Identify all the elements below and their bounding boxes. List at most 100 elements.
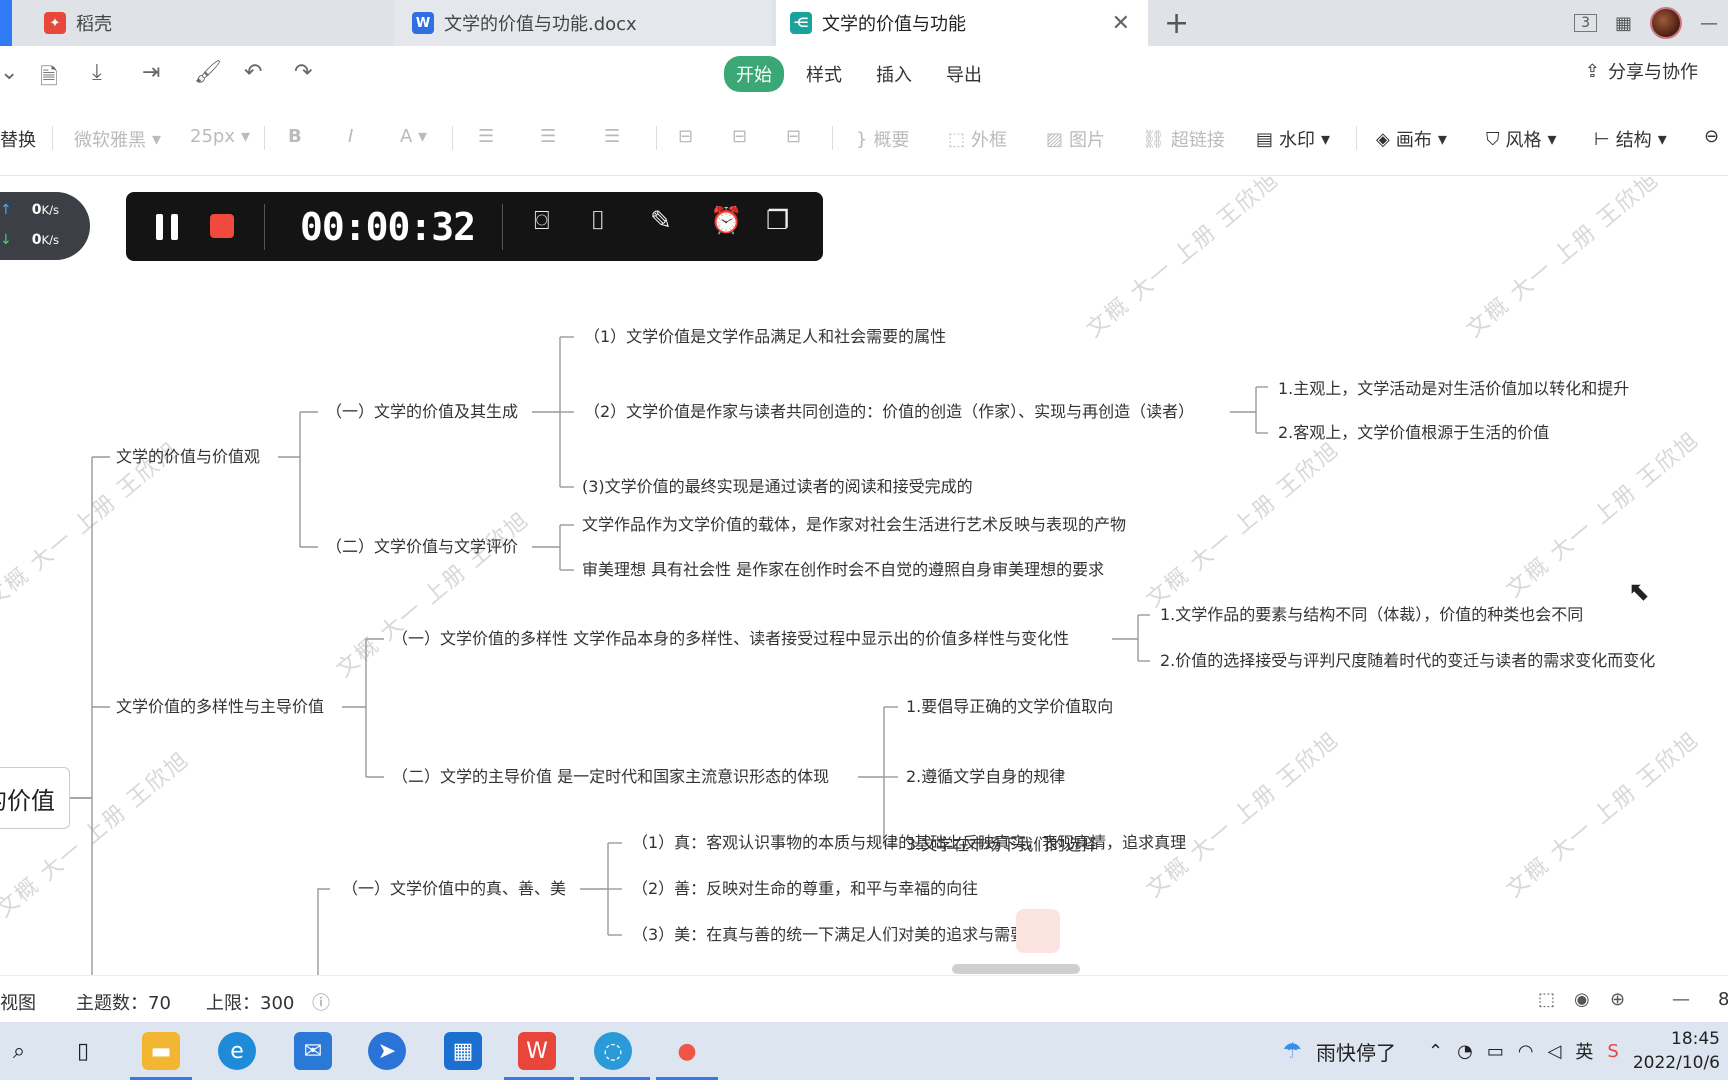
wps-tray-icon[interactable]: S [1607, 1041, 1618, 1062]
topic-item[interactable]: （2）文学价值是作家与读者共同创造的：价值的创造（作家）、实现与再创造（读者） [584, 402, 1194, 422]
record-dot-icon[interactable]: ● [668, 1032, 706, 1070]
topic-item[interactable]: 1.文学作品的要素与结构不同（体裁），价值的种类也会不同 [1160, 605, 1583, 625]
tab-mindmap[interactable]: ⋲ 文学的价值与功能 ✕ [776, 0, 1148, 46]
undo-icon[interactable]: ↶ [244, 60, 262, 85]
volume-icon[interactable]: ◁ [1548, 1041, 1562, 1062]
structure-button[interactable]: ⊢ 结构 ▾ [1594, 126, 1667, 152]
weather-text[interactable]: 雨快停了 [1316, 1037, 1396, 1066]
topic-item[interactable]: 2.客观上，文学价值根源于生活的价值 [1278, 423, 1549, 443]
ime-indicator[interactable]: 英 [1575, 1038, 1593, 1064]
grid-apps-icon[interactable]: ▦ [1615, 13, 1632, 34]
floating-assistant-icon[interactable] [1016, 909, 1060, 953]
tab-insert[interactable]: 插入 [864, 56, 924, 92]
horizontal-scrollbar[interactable] [952, 964, 1080, 974]
topic-item[interactable]: 文学作品作为文学价值的载体，是作家对社会生活进行艺术反映与表现的产物 [582, 515, 1126, 535]
topic-b1-c2[interactable]: （二）文学价值与文学评价 [326, 537, 518, 557]
edge-icon[interactable]: e [218, 1032, 256, 1070]
alarm-clock-icon[interactable]: ⏰ [710, 206, 742, 236]
topic-item[interactable]: （2）善：反映对生命的尊重，和平与幸福的向往 [632, 879, 978, 899]
qq-icon[interactable]: ◔ [1457, 1041, 1473, 1062]
topic-b2[interactable]: 文学价值的多样性与主导价值 [116, 697, 324, 717]
topic-item[interactable]: （1）文学价值是文学作品满足人和社会需要的属性 [584, 327, 946, 347]
font-color-button[interactable]: A ▾ [400, 126, 427, 147]
canvas-button[interactable]: ◈ 画布 ▾ [1376, 126, 1447, 152]
window-switch-icon[interactable]: ❐ [766, 206, 789, 236]
save-icon[interactable]: 🗎 [40, 60, 58, 98]
style-button[interactable]: ⛉ 风格 ▾ [1486, 126, 1557, 152]
topic-item[interactable]: (3)文学价值的最终实现是通过读者的阅读和接受完成的 [582, 477, 973, 497]
font-select[interactable]: 微软雅黑 ▾ [74, 126, 161, 152]
chevron-up-icon[interactable]: ⌃ [1428, 1041, 1443, 1062]
tab-docx[interactable]: W 文学的价值与功能.docx [394, 0, 772, 46]
search-icon[interactable]: ⌕ [0, 1032, 38, 1070]
hyperlink-button[interactable]: ⛓ 超链接 [1142, 126, 1225, 152]
zoom-out-icon[interactable]: — [1672, 989, 1690, 1010]
new-tab-button[interactable]: + [1164, 6, 1189, 41]
replace-button[interactable]: 替换 [0, 126, 36, 152]
image-button[interactable]: ▨ 图片 [1046, 126, 1105, 152]
select-icon[interactable]: ⬚ [1538, 989, 1555, 1010]
task-view-icon[interactable]: ▯ [64, 1032, 102, 1070]
font-size-select[interactable]: 25px ▾ [190, 126, 250, 147]
avatar[interactable] [1650, 7, 1682, 39]
format-painter-icon[interactable]: 🖌 [194, 60, 222, 85]
topic-item[interactable]: 1.要倡导正确的文学价值取向 [906, 697, 1113, 717]
share-collab-button[interactable]: ⇪ 分享与协作 [1585, 58, 1698, 84]
root-topic[interactable]: 的价值 [0, 767, 70, 829]
export-icon[interactable]: ⇥ [142, 60, 160, 85]
topic-item[interactable]: （1）真：客观认识事物的本质与规律的基础上反映真实，表现真情，追求真理 [632, 833, 1186, 853]
align-left-icon[interactable]: ☰ [478, 126, 494, 147]
topic-item[interactable]: 2.价值的选择接受与评判尺度随着时代的变迁与读者的需求变化而变化 [1160, 651, 1655, 671]
align-center-icon[interactable]: ☰ [540, 126, 556, 147]
camera-icon[interactable]: ⌷ [590, 206, 606, 237]
network-speed-widget[interactable]: ↑ 0K/s ↓ 0K/s [0, 192, 90, 260]
battery-icon[interactable]: ▭ [1487, 1041, 1504, 1062]
wps-icon[interactable]: W [518, 1032, 556, 1070]
mindmap-canvas[interactable]: 文概 大一 上册 王欣旭 文概 大一 上册 王欣旭 文概 大一 上册 王欣旭 文… [0, 177, 1728, 975]
frame-button[interactable]: ⬚ 外框 [948, 126, 1007, 152]
locate-icon[interactable]: ⊕ [1610, 989, 1625, 1010]
clock[interactable]: 18:45 2022/10/6 [1633, 1027, 1720, 1075]
align-right-icon[interactable]: ☰ [604, 126, 620, 147]
topic-item[interactable]: 1.主观上，文学活动是对生活价值加以转化和提升 [1278, 379, 1629, 399]
tab-daoke[interactable]: ✦ 稻壳 [0, 0, 392, 46]
bold-button[interactable]: B [288, 126, 302, 147]
tab-export[interactable]: 导出 [934, 56, 994, 92]
pause-button[interactable] [156, 214, 178, 240]
topic-b1[interactable]: 文学的价值与价值观 [116, 447, 260, 467]
pen-icon[interactable]: ✎ [650, 206, 672, 236]
collapse-icon[interactable]: ⊖ [1704, 126, 1719, 147]
topic-item[interactable]: （3）美：在真与善的统一下满足人们对美的追求与需要 [632, 925, 1026, 945]
tab-start[interactable]: 开始 [724, 56, 784, 92]
recorder-app-icon[interactable]: ◌ [594, 1032, 632, 1070]
watermark-button[interactable]: ▤ 水印 ▾ [1256, 126, 1330, 152]
pinned-app-icon[interactable]: ➤ [368, 1032, 406, 1070]
store-icon[interactable]: ▦ [444, 1032, 482, 1070]
view-label[interactable]: 视图 [0, 989, 36, 1015]
file-explorer-icon[interactable]: ▬ [142, 1032, 180, 1070]
topic-b3-c1[interactable]: （一）文学价值中的真、善、美 [342, 879, 566, 899]
close-tab-icon[interactable]: ✕ [1112, 11, 1130, 36]
add-sibling-icon[interactable]: ⊟ [732, 126, 747, 147]
summary-button[interactable]: } 概要 [856, 126, 909, 152]
download-icon[interactable]: ⤓ [92, 60, 102, 85]
topic-item[interactable]: 2.遵循文学自身的规律 [906, 767, 1065, 787]
add-parent-icon[interactable]: ⊟ [786, 126, 801, 147]
topic-b1-c1[interactable]: （一）文学的价值及其生成 [326, 402, 518, 422]
stop-button[interactable] [210, 214, 234, 238]
minimize-icon[interactable]: — [1700, 13, 1718, 34]
chevron-icon[interactable]: ⌄ [0, 60, 18, 85]
topic-b2-c2[interactable]: （二）文学的主导价值 是一定时代和国家主流意识形态的体现 [392, 767, 829, 787]
eye-icon[interactable]: ◉ [1574, 989, 1590, 1010]
window-layout-icon[interactable]: 3 [1574, 14, 1597, 32]
redo-icon[interactable]: ↷ [294, 60, 312, 85]
wifi-icon[interactable]: ◠ [1518, 1041, 1534, 1062]
add-child-icon[interactable]: ⊟ [678, 126, 693, 147]
help-icon[interactable]: ⓘ [312, 989, 330, 1015]
topic-item[interactable]: 审美理想 具有社会性 是作家在创作时会不自觉的遵照自身审美理想的要求 [582, 560, 1104, 580]
tab-style[interactable]: 样式 [794, 56, 854, 92]
mail-icon[interactable]: ✉ [294, 1032, 332, 1070]
topic-b2-c1[interactable]: （一）文学价值的多样性 文学作品本身的多样性、读者接受过程中显示出的价值多样性与… [392, 629, 1069, 649]
region-capture-icon[interactable]: ⌼ [534, 206, 550, 237]
italic-button[interactable]: I [348, 126, 353, 147]
